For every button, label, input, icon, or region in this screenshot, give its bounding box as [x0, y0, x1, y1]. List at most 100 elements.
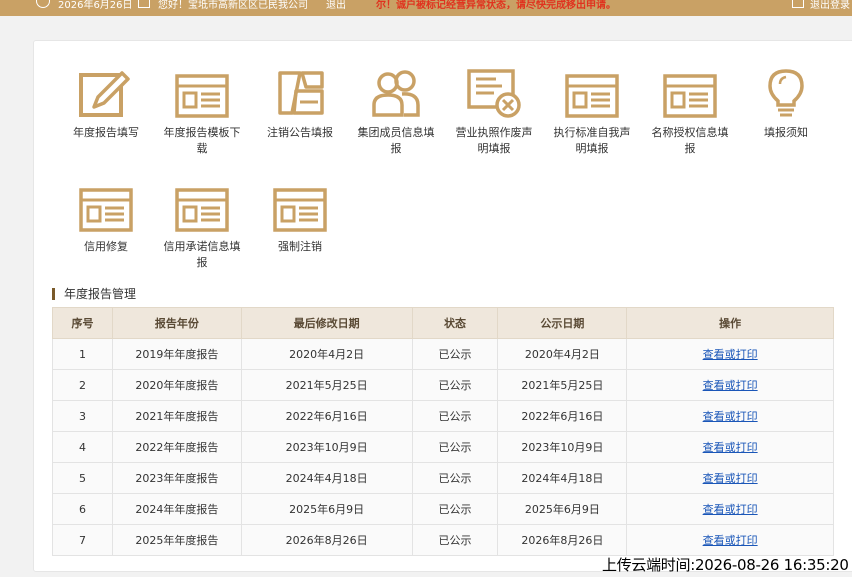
table-cell: 2026年8月26日 — [497, 524, 628, 556]
table-cell: 查看或打印 — [626, 524, 834, 556]
table-cell: 2023年10月9日 — [240, 431, 413, 463]
tool-label: 集团成员信息填报 — [357, 126, 435, 155]
column-header: 状态 — [411, 307, 499, 339]
form-icon — [254, 177, 346, 233]
tool-label: 信用承诺信息填报 — [163, 240, 241, 269]
form-icon — [644, 63, 736, 119]
table-cell: 查看或打印 — [626, 400, 834, 432]
table-cell: 2025年6月9日 — [497, 493, 628, 525]
tool-10[interactable]: 信用承诺信息填报 — [156, 177, 248, 271]
table-cell: 1 — [52, 338, 113, 370]
tool-label: 年度报告填写 — [73, 126, 139, 139]
form-icon — [60, 177, 152, 233]
table-row: 3 2021年年度报告 2022年6月16日 已公示 2022年6月16日 查看或打印 — [52, 400, 834, 432]
annual-report-table: 序号 报告年份 最后修改日期 状态 公示日期 操作 1 2019年年度报告 2020年4月2日… — [52, 307, 834, 556]
table-row: 7 2025年年度报告 2026年8月26日 已公示 2026年8月26日 查看或打印 — [52, 524, 834, 556]
table-row: 6 2024年年度报告 2025年6月9日 已公示 2025年6月9日 查看或打印 — [52, 493, 834, 525]
table-cell: 2021年5月25日 — [497, 369, 628, 401]
tool-label: 信用修复 — [84, 240, 128, 253]
abnormal-warning: 尔！诚户被标记经营异常状态，请尽快完成移出申请。 — [376, 0, 616, 11]
logout-link[interactable]: 退出登录 — [810, 0, 850, 11]
current-date: 2026年6月26日 — [58, 0, 133, 11]
table-cell: 查看或打印 — [626, 462, 834, 494]
column-header: 操作 — [626, 307, 834, 339]
view-print-link[interactable]: 查看或打印 — [703, 348, 758, 361]
tool-8[interactable]: 填报须知 — [740, 63, 832, 141]
tool-label: 执行标准自我声明填报 — [553, 126, 631, 155]
table-cell: 2025年年度报告 — [111, 524, 242, 556]
table-row: 2 2020年年度报告 2021年5月25日 已公示 2021年5月25日 查看或打印 — [52, 369, 834, 401]
greeting: 您好！宝坻市高新区区已民我公司 — [158, 0, 308, 11]
top-bar: 2026年6月26日 您好！宝坻市高新区区已民我公司 退出 尔！诚户被标记经营异… — [0, 0, 852, 16]
table-cell: 已公示 — [411, 524, 499, 556]
tool-11[interactable]: 强制注销 — [254, 177, 346, 255]
table-cell: 7 — [52, 524, 113, 556]
tool-label: 填报须知 — [764, 126, 808, 139]
table-cell: 2026年8月26日 — [240, 524, 413, 556]
table-cell: 2019年年度报告 — [111, 338, 242, 370]
tool-label: 注销公告填报 — [267, 126, 333, 139]
table-cell: 2020年年度报告 — [111, 369, 242, 401]
tool-3[interactable]: 注销公告填报 — [254, 63, 346, 141]
tool-label: 营业执照作废声明填报 — [455, 126, 533, 155]
tool-6[interactable]: 执行标准自我声明填报 — [546, 63, 638, 157]
table-cell: 已公示 — [411, 400, 499, 432]
table-cell: 2024年年度报告 — [111, 493, 242, 525]
view-print-link[interactable]: 查看或打印 — [703, 503, 758, 516]
table-cell: 已公示 — [411, 338, 499, 370]
document-icon — [138, 0, 150, 8]
table-cell: 2023年年度报告 — [111, 462, 242, 494]
view-print-link[interactable]: 查看或打印 — [703, 472, 758, 485]
table-cell: 查看或打印 — [626, 369, 834, 401]
tool-4[interactable]: 集团成员信息填报 — [350, 63, 442, 157]
table-cell: 已公示 — [411, 493, 499, 525]
table-row: 5 2023年年度报告 2024年4月18日 已公示 2024年4月18日 查看或打印 — [52, 462, 834, 494]
form-icon — [156, 63, 248, 119]
table-row: 4 2022年年度报告 2023年10月9日 已公示 2023年10月9日 查看或打印 — [52, 431, 834, 463]
table-cell: 2021年5月25日 — [240, 369, 413, 401]
license-void-icon — [448, 63, 540, 119]
table-cell: 2022年6月16日 — [240, 400, 413, 432]
tool-7[interactable]: 名称授权信息填报 — [644, 63, 736, 157]
table-cell: 2022年年度报告 — [111, 431, 242, 463]
section-title: 年度报告管理 — [52, 288, 136, 300]
column-header: 公示日期 — [497, 307, 628, 339]
table-header-row: 序号 报告年份 最后修改日期 状态 公示日期 操作 — [52, 307, 834, 339]
table-cell: 2022年6月16日 — [497, 400, 628, 432]
table-cell: 查看或打印 — [626, 338, 834, 370]
view-print-link[interactable]: 查看或打印 — [703, 410, 758, 423]
tool-5[interactable]: 营业执照作废声明填报 — [448, 63, 540, 157]
table-cell: 2021年年度报告 — [111, 400, 242, 432]
view-print-link[interactable]: 查看或打印 — [703, 379, 758, 392]
table-cell: 2020年4月2日 — [497, 338, 628, 370]
tool-9[interactable]: 信用修复 — [60, 177, 152, 255]
tool-label: 年度报告模板下载 — [163, 126, 241, 155]
cancel-notice-icon — [254, 63, 346, 119]
view-print-link[interactable]: 查看或打印 — [703, 441, 758, 454]
table-cell: 2023年10月9日 — [497, 431, 628, 463]
table-cell: 2 — [52, 369, 113, 401]
form-icon — [156, 177, 248, 233]
tool-label: 强制注销 — [278, 240, 322, 253]
table-cell: 2020年4月2日 — [240, 338, 413, 370]
column-header: 序号 — [52, 307, 113, 339]
tool-1[interactable]: 年度报告填写 — [60, 63, 152, 141]
table-cell: 2024年4月18日 — [240, 462, 413, 494]
view-print-link[interactable]: 查看或打印 — [703, 534, 758, 547]
column-header: 报告年份 — [111, 307, 242, 339]
tool-label: 名称授权信息填报 — [651, 126, 729, 155]
table-row: 1 2019年年度报告 2020年4月2日 已公示 2020年4月2日 查看或打印 — [52, 338, 834, 370]
pen-icon — [60, 63, 152, 119]
logout-icon[interactable] — [792, 0, 804, 8]
column-header: 最后修改日期 — [240, 307, 413, 339]
logout-short[interactable]: 退出 — [326, 0, 346, 11]
table-cell: 6 — [52, 493, 113, 525]
form-icon — [546, 63, 638, 119]
group-members-icon — [350, 63, 442, 119]
upload-timestamp: 上传云端时间:2026-08-26 16:35:20 — [602, 556, 849, 574]
table-cell: 已公示 — [411, 431, 499, 463]
lightbulb-icon — [740, 63, 832, 119]
tool-2[interactable]: 年度报告模板下载 — [156, 63, 248, 157]
table-body: 1 2019年年度报告 2020年4月2日 已公示 2020年4月2日 查看或打印 2 202… — [52, 338, 834, 556]
table-cell: 已公示 — [411, 462, 499, 494]
